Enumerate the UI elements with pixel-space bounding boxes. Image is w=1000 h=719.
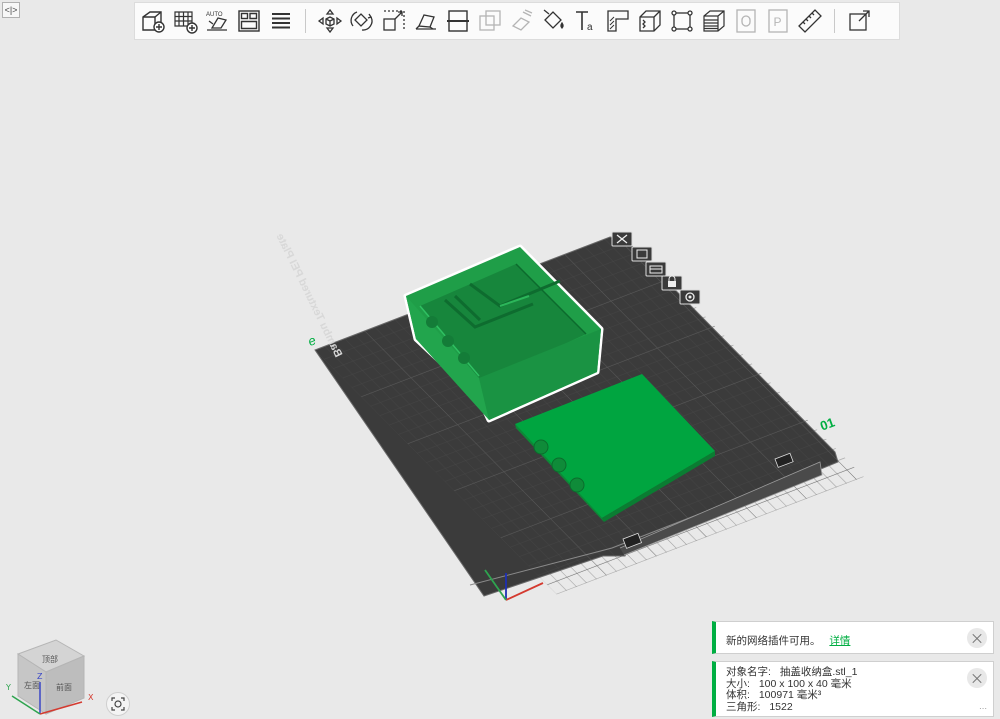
camera-focus-icon[interactable] — [106, 692, 130, 716]
plate-settings-icon[interactable] — [679, 289, 701, 305]
plate-index-right: 01 — [818, 415, 837, 434]
axis-z-label: Z — [37, 672, 43, 681]
axis-y-label: Y — [5, 683, 11, 692]
object-volume-label: 体积: — [726, 689, 750, 701]
plugin-update-notification: 新的网络插件可用。 详情 — [712, 621, 994, 654]
object-triangles-value: 1522 — [769, 700, 793, 713]
plugin-update-text: 新的网络插件可用。 — [726, 635, 821, 647]
axis-x-label: X — [88, 693, 94, 702]
3d-viewport[interactable]: Bambu Textured PEI Plate e 01 — [0, 0, 1000, 719]
view-cube[interactable]: 顶部 左面 前面 Y Z X — [0, 632, 100, 719]
resize-grip-icon: ⋯ — [979, 704, 987, 713]
object-triangles-row: 三角形: 1522 — [726, 700, 857, 714]
view-cube-top-label[interactable]: 顶部 — [42, 654, 58, 664]
object-volume-value: 100971 毫米³ — [758, 689, 822, 701]
plate-close-icon[interactable] — [611, 231, 633, 247]
plugin-details-link[interactable]: 详情 — [829, 635, 850, 647]
object-size-label: 大小: — [726, 677, 750, 690]
plate-index-left: e — [306, 332, 318, 349]
close-icon[interactable] — [967, 628, 987, 648]
object-name-value: 抽盖收纳盒.stl_1 — [779, 666, 858, 678]
view-cube-front-label[interactable]: 前面 — [56, 682, 72, 692]
object-info-panel: 对象名字: 抽盖收纳盒.stl_1 大小: 100 x 100 x 40 毫米 … — [712, 661, 994, 717]
object-name-label: 对象名字: — [726, 666, 771, 678]
plate-arrange-icon[interactable] — [631, 246, 653, 262]
object-triangles-label: 三角形: — [726, 700, 761, 713]
object-size-value: 100 x 100 x 40 毫米 — [758, 677, 852, 690]
close-icon[interactable] — [967, 668, 987, 688]
plate-orient-icon[interactable] — [645, 261, 667, 277]
view-cube-left-label[interactable]: 左面 — [24, 680, 40, 690]
plate-lock-icon[interactable] — [661, 275, 683, 291]
